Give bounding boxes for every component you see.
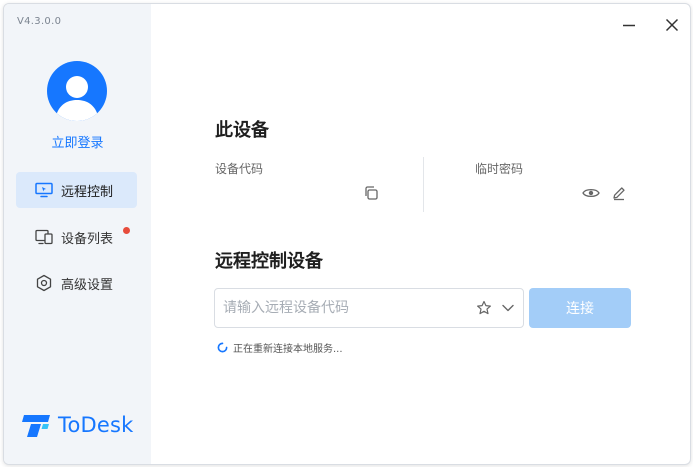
temp-password-label: 临时密码 bbox=[475, 162, 524, 176]
chevron-down-icon bbox=[502, 304, 514, 312]
this-device-title: 此设备 bbox=[215, 120, 269, 141]
loading-spinner-icon bbox=[217, 342, 228, 353]
sidebar-item-label: 远程控制 bbox=[61, 184, 114, 200]
status-text: 正在重新连接本地服务... bbox=[233, 344, 343, 355]
user-silhouette-icon bbox=[55, 76, 99, 121]
devices-icon bbox=[34, 227, 54, 247]
minimize-button[interactable] bbox=[616, 12, 642, 38]
login-link[interactable]: 立即登录 bbox=[4, 132, 151, 151]
todesk-logo-icon bbox=[22, 415, 50, 437]
show-password-button[interactable] bbox=[581, 183, 601, 203]
remote-code-input[interactable] bbox=[215, 289, 465, 327]
brand-name: ToDesk bbox=[58, 413, 134, 437]
divider bbox=[423, 157, 424, 212]
sidebar-item-remote-control[interactable]: 远程控制 bbox=[16, 172, 137, 208]
connect-button[interactable]: 连接 bbox=[529, 288, 631, 328]
sidebar-item-advanced-settings[interactable]: 高级设置 bbox=[16, 265, 137, 301]
history-dropdown-button[interactable] bbox=[498, 298, 518, 318]
connection-status: 正在重新连接本地服务... bbox=[217, 340, 343, 355]
sidebar-item-device-list[interactable]: 设备列表 bbox=[16, 219, 137, 255]
remote-control-title: 远程控制设备 bbox=[215, 251, 323, 272]
app-window: V4.3.0.0 立即登录 远程控制 设备列表 高级设置 ToDesk 此设备 … bbox=[3, 3, 691, 465]
close-button[interactable] bbox=[659, 12, 685, 38]
notification-dot bbox=[123, 227, 130, 234]
minimize-icon bbox=[623, 24, 635, 27]
remote-code-field bbox=[214, 288, 524, 328]
copy-device-code-button[interactable] bbox=[361, 183, 381, 203]
sidebar: V4.3.0.0 立即登录 远程控制 设备列表 高级设置 ToDesk bbox=[4, 4, 151, 464]
device-code-label: 设备代码 bbox=[215, 162, 264, 176]
close-icon bbox=[665, 18, 679, 32]
todesk-logo: ToDesk bbox=[21, 412, 134, 438]
favorite-button[interactable] bbox=[474, 298, 494, 318]
eye-icon bbox=[582, 188, 600, 198]
avatar[interactable] bbox=[47, 61, 107, 121]
sidebar-item-label: 高级设置 bbox=[61, 277, 114, 293]
star-icon bbox=[477, 300, 491, 315]
copy-icon bbox=[365, 186, 378, 200]
sidebar-item-label: 设备列表 bbox=[61, 231, 114, 247]
settings-hexagon-icon bbox=[34, 273, 54, 293]
version-label: V4.3.0.0 bbox=[17, 16, 62, 27]
edit-password-button[interactable] bbox=[609, 183, 629, 203]
pencil-icon bbox=[613, 187, 625, 201]
monitor-icon bbox=[34, 180, 54, 200]
